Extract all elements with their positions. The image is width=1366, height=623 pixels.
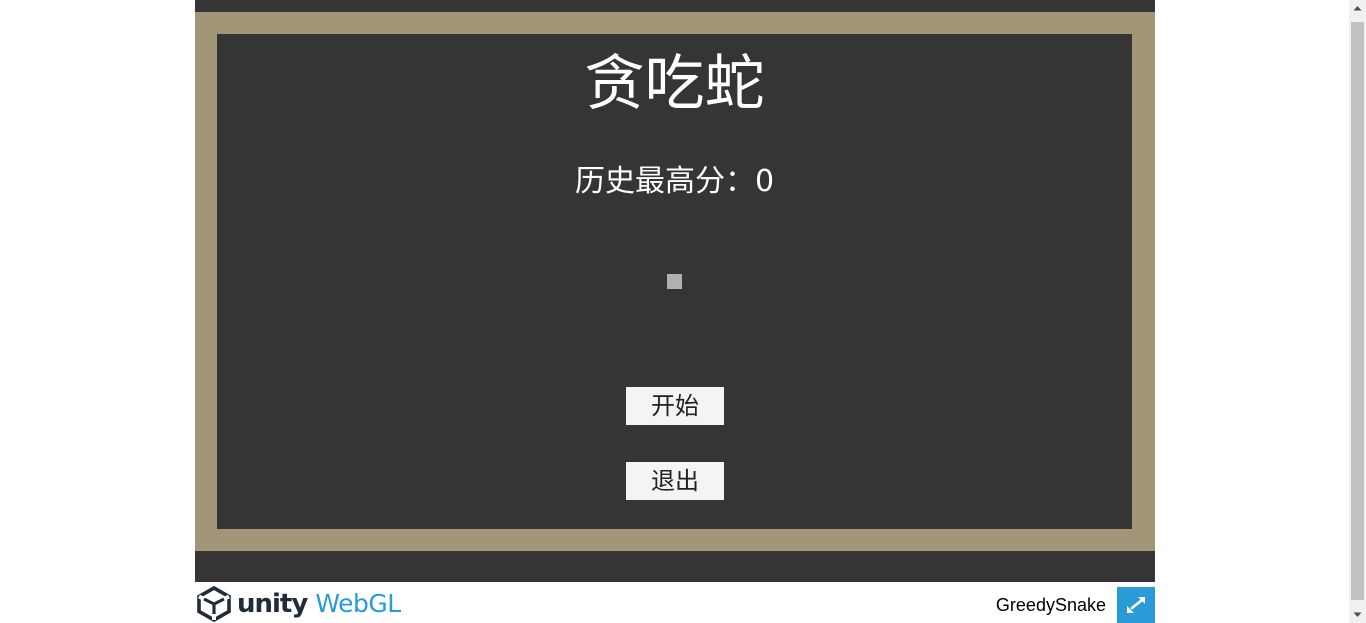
snake-preview-block (667, 274, 682, 289)
high-score-value: 0 (754, 164, 775, 199)
fullscreen-expand-icon (1127, 597, 1145, 613)
scroll-down-arrow-icon (1353, 612, 1362, 617)
webgl-product-text: WebGL (315, 589, 401, 618)
game-name-label: GreedySnake (995, 595, 1106, 615)
scroll-thumb[interactable] (1351, 22, 1364, 600)
game-board: 贪吃蛇 历史最高分：0 开始 退出 (217, 34, 1132, 529)
game-border-frame: 贪吃蛇 历史最高分：0 开始 退出 (195, 12, 1155, 551)
quit-button[interactable]: 退出 (626, 462, 724, 500)
unity-cube-icon (197, 585, 231, 623)
high-score-label: 历史最高分： (574, 164, 755, 199)
unity-brand-text: unity (237, 589, 308, 619)
game-title: 贪吃蛇 (584, 49, 765, 119)
fullscreen-button[interactable] (1117, 587, 1155, 623)
scroll-down-button[interactable] (1349, 606, 1366, 623)
scroll-up-arrow-icon (1353, 6, 1362, 11)
unity-canvas[interactable]: 贪吃蛇 历史最高分：0 开始 退出 (195, 0, 1155, 582)
unity-webgl-logo: unity WebGL (195, 585, 401, 623)
page: 贪吃蛇 历史最高分：0 开始 退出 unity WebGL GreedySnak… (0, 0, 1366, 623)
scroll-up-button[interactable] (1349, 0, 1366, 17)
page-scrollbar[interactable] (1349, 0, 1366, 623)
start-button[interactable]: 开始 (626, 387, 724, 425)
unity-footer: unity WebGL GreedySnake (195, 582, 1155, 623)
high-score-text: 历史最高分：0 (217, 162, 1132, 202)
